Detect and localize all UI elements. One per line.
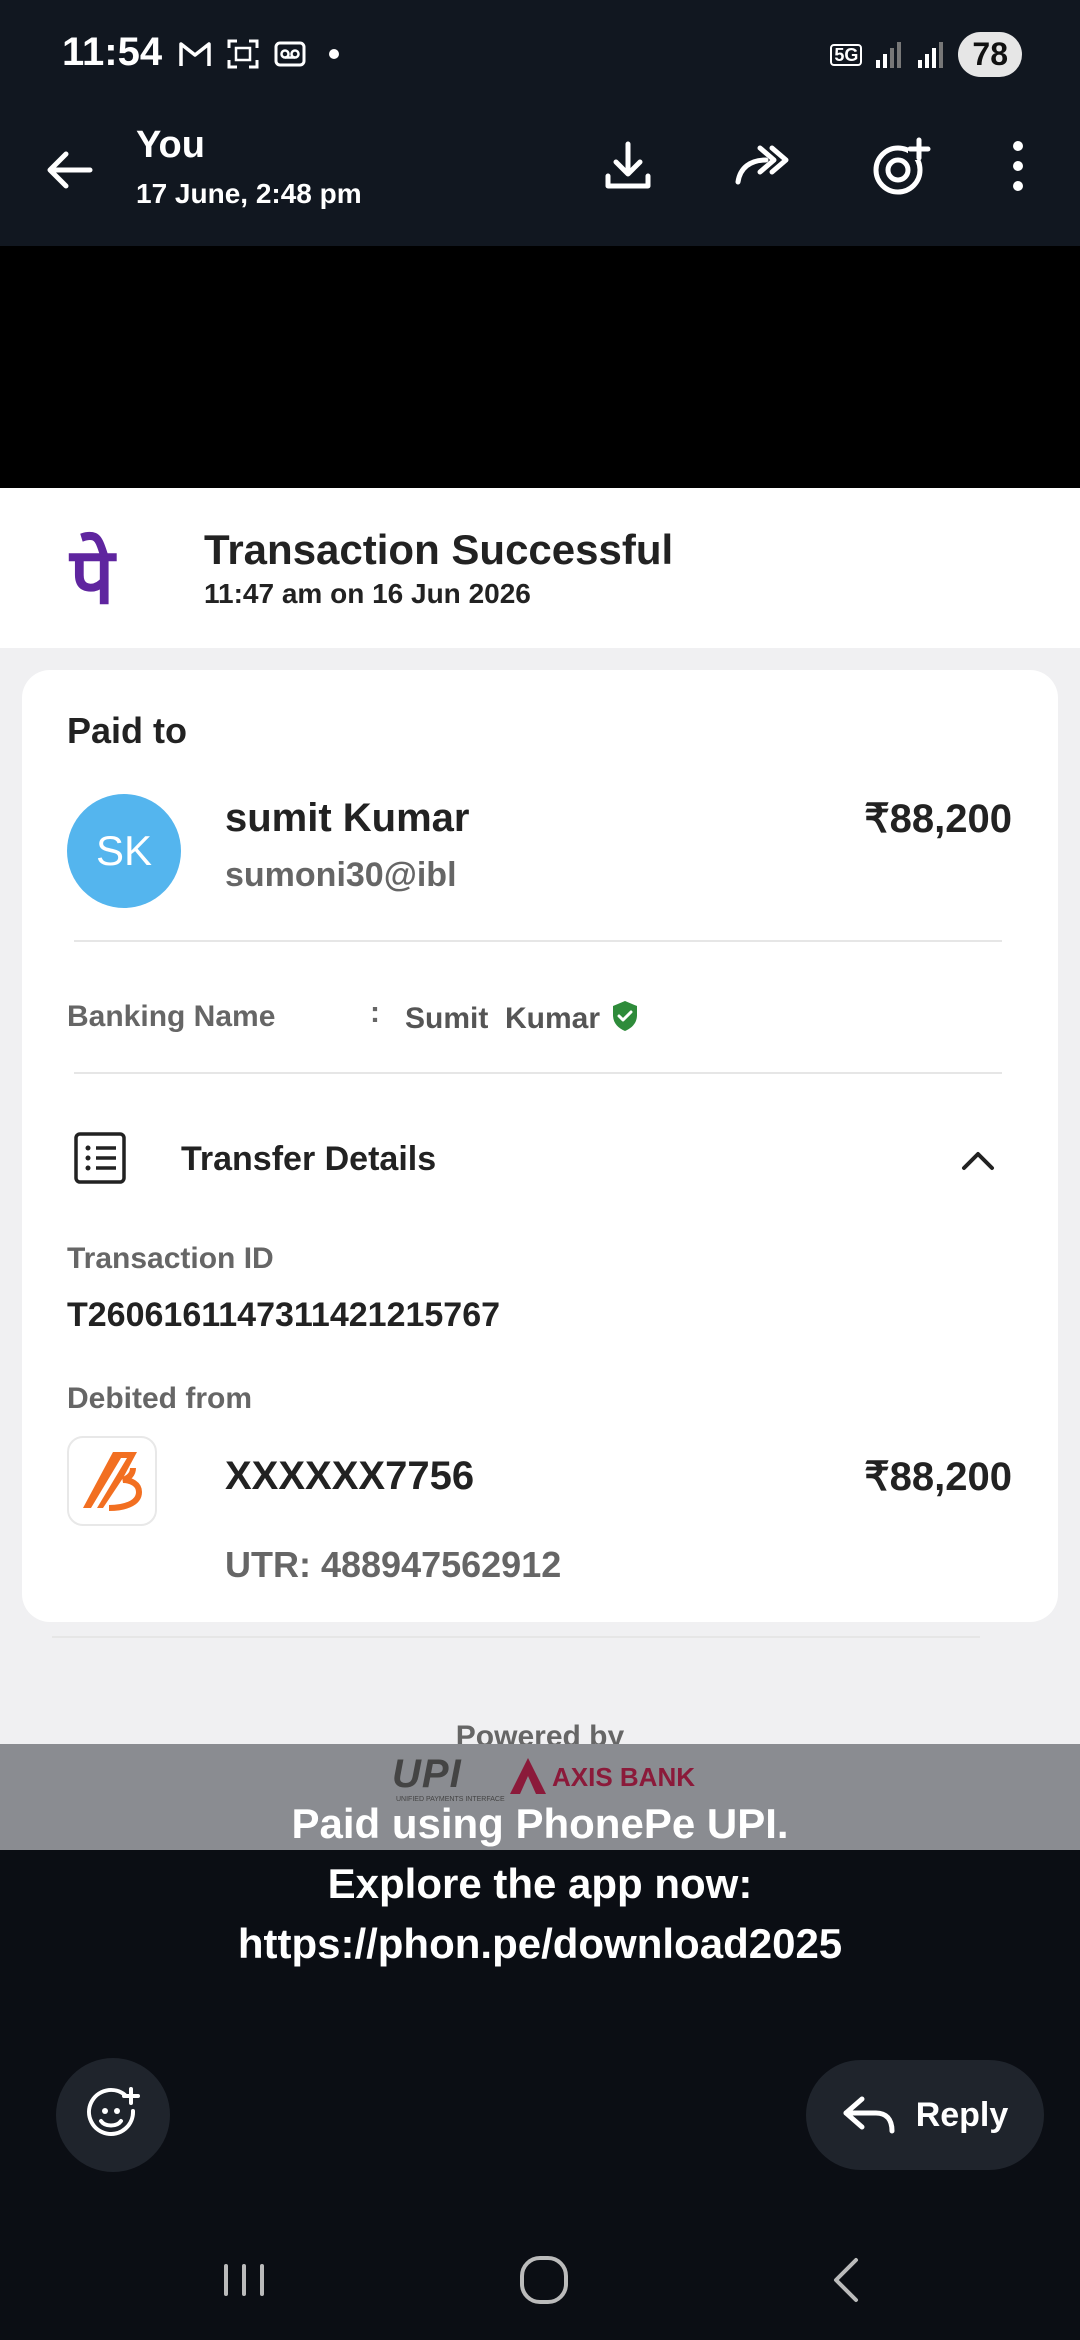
system-nav-bar	[0, 2220, 1080, 2340]
transfer-details-label: Transfer Details	[181, 1140, 437, 1178]
caption-link[interactable]: https://phon.pe/download2025	[0, 1914, 1080, 1974]
debit-amount: ₹88,200	[864, 1455, 1012, 1499]
payment-card: Paid to SK sumit Kumar sumoni30@ibl ₹88,…	[22, 670, 1058, 1622]
home-icon[interactable]	[514, 2250, 574, 2310]
reply-icon	[843, 2096, 895, 2134]
emoji-reaction-button[interactable]	[56, 2058, 170, 2172]
phonepe-logo: पे	[70, 532, 115, 622]
status-time: 11:54	[62, 30, 163, 74]
debited-from-label: Debited from	[67, 1382, 253, 1415]
powered-by-label: Powered by	[455, 1720, 625, 1744]
utr-number: UTR: 488947562912	[225, 1544, 562, 1585]
paid-amount: ₹88,200	[864, 797, 1012, 841]
signal-icon	[918, 41, 944, 68]
status-bar: 11:54 5G 78	[0, 0, 1080, 110]
banking-name-separator: :	[370, 996, 380, 1029]
screenshot-icon	[227, 39, 259, 69]
status-icons-left	[178, 38, 348, 70]
payee-vpa: sumoni30@ibl	[225, 856, 457, 894]
back-arrow-icon[interactable]	[40, 140, 100, 200]
back-nav-icon[interactable]	[818, 2250, 878, 2310]
download-icon[interactable]	[596, 134, 660, 198]
axis-bank-label: AXIS BANK	[552, 1762, 696, 1792]
message-caption: Paid using PhonePe UPI. Explore the app …	[0, 1794, 1080, 1974]
divider	[52, 1636, 980, 1638]
receipt-list-icon	[74, 1132, 126, 1184]
payment-receipt-image[interactable]: पे Transaction Successful 11:47 am on 16…	[0, 488, 1080, 1744]
signal-icon	[876, 41, 902, 68]
payee-name: sumit Kumar	[225, 796, 470, 840]
axis-bank-logo	[510, 1758, 546, 1794]
battery-icon: 78	[958, 32, 1022, 77]
upi-logo: UPI	[392, 1752, 462, 1796]
receipt-header: पे Transaction Successful 11:47 am on 16…	[0, 488, 1080, 648]
transaction-status: Transaction Successful	[204, 526, 674, 573]
chevron-up-icon[interactable]	[958, 1140, 998, 1180]
dot-icon	[329, 49, 339, 59]
divider	[74, 1072, 1002, 1074]
transaction-time: 11:47 am on 16 Jun 2026	[204, 578, 531, 609]
avatar: SK	[67, 794, 181, 908]
top-app-bar: You 17 June, 2:48 pm	[0, 110, 1080, 246]
image-top-band	[0, 246, 1080, 488]
emoji-add-icon	[87, 2087, 140, 2136]
status-icons-right: 5G 78	[830, 32, 1022, 77]
caption-line-1: Paid using PhonePe UPI.	[291, 1800, 789, 1847]
debit-account-number: XXXXXX7756	[225, 1454, 475, 1498]
divider	[74, 940, 1002, 942]
sender-name: You	[136, 124, 205, 166]
banking-name-value: Sumit Kumar	[405, 1002, 601, 1035]
banking-name-label: Banking Name	[67, 1000, 276, 1033]
recents-icon[interactable]	[214, 2250, 274, 2310]
transaction-id-label: Transaction ID	[67, 1242, 274, 1275]
reply-label: Reply	[915, 2095, 1009, 2134]
bank-of-baroda-logo	[67, 1436, 157, 1526]
5g-icon: 5G	[830, 43, 863, 66]
transaction-id-value: T2606161147311421215767	[67, 1296, 501, 1334]
verified-shield-icon	[613, 1001, 637, 1031]
message-datetime: 17 June, 2:48 pm	[136, 178, 362, 209]
caption-line-2: Explore the app now:	[327, 1860, 753, 1907]
voicemail-icon	[274, 41, 306, 67]
more-icon[interactable]	[990, 134, 1054, 198]
share-icon[interactable]	[868, 134, 932, 198]
gmail-icon	[179, 42, 211, 66]
reply-button[interactable]: Reply	[806, 2060, 1044, 2170]
forward-icon[interactable]	[730, 134, 794, 198]
paid-to-label: Paid to	[67, 710, 188, 751]
